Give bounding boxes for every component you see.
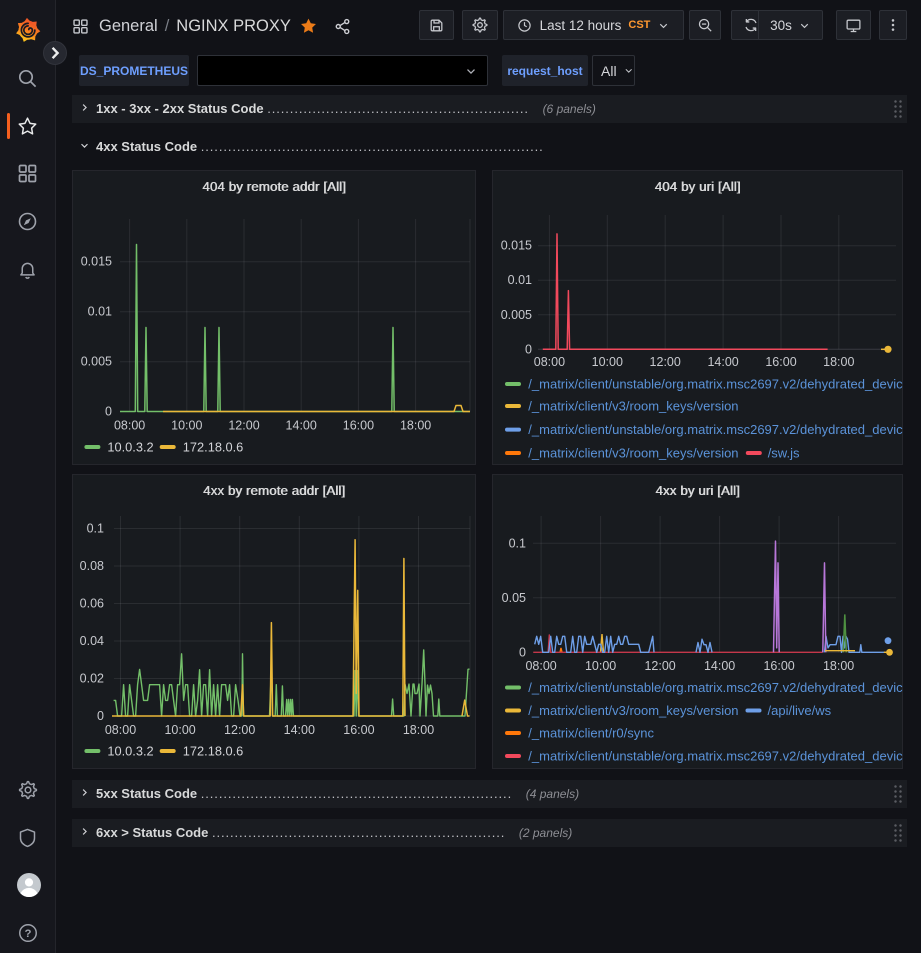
svg-text:?: ? bbox=[25, 928, 32, 940]
svg-text:0.01: 0.01 bbox=[508, 273, 532, 287]
svg-text:/_matrix/client/unstable/org.m: /_matrix/client/unstable/org.matrix.msc2… bbox=[528, 377, 903, 392]
svg-text:16:00: 16:00 bbox=[765, 355, 796, 369]
svg-text:18:00: 18:00 bbox=[400, 419, 431, 433]
svg-text:0.06: 0.06 bbox=[80, 597, 104, 611]
svg-text:16:00: 16:00 bbox=[343, 723, 374, 737]
svg-text:/_matrix/client/r0/sync: /_matrix/client/r0/sync bbox=[528, 726, 654, 741]
svg-text:10:00: 10:00 bbox=[592, 355, 623, 369]
svg-text:08:00: 08:00 bbox=[105, 723, 136, 737]
svg-text:0.005: 0.005 bbox=[501, 308, 532, 322]
svg-text:/_matrix/client/unstable/org.m: /_matrix/client/unstable/org.matrix.msc2… bbox=[528, 680, 903, 695]
svg-text:08:00: 08:00 bbox=[534, 355, 565, 369]
svg-text:14:00: 14:00 bbox=[286, 419, 317, 433]
svg-text:12:00: 12:00 bbox=[228, 419, 259, 433]
svg-text:16:00: 16:00 bbox=[343, 419, 374, 433]
svg-text:08:00: 08:00 bbox=[525, 659, 556, 673]
svg-text:14:00: 14:00 bbox=[284, 723, 315, 737]
svg-text:0: 0 bbox=[97, 709, 104, 723]
svg-text:/_matrix/client/v3/room_keys/v: /_matrix/client/v3/room_keys/version bbox=[528, 446, 738, 461]
svg-text:0: 0 bbox=[519, 645, 526, 659]
svg-text:/api/live/ws: /api/live/ws bbox=[768, 703, 832, 718]
svg-text:14:00: 14:00 bbox=[704, 659, 735, 673]
svg-text:/_matrix/client/unstable/org.m: /_matrix/client/unstable/org.matrix.msc2… bbox=[528, 422, 903, 437]
svg-text:/_matrix/client/v3/room_keys/v: /_matrix/client/v3/room_keys/version bbox=[528, 703, 738, 718]
svg-text:12:00: 12:00 bbox=[650, 355, 681, 369]
svg-text:/_matrix/client/v3/room_keys/v: /_matrix/client/v3/room_keys/version bbox=[528, 399, 738, 414]
svg-text:10:00: 10:00 bbox=[164, 723, 195, 737]
svg-text:18:00: 18:00 bbox=[823, 659, 854, 673]
svg-text:10:00: 10:00 bbox=[171, 419, 202, 433]
svg-text:0.015: 0.015 bbox=[501, 239, 532, 253]
svg-text:12:00: 12:00 bbox=[224, 723, 255, 737]
svg-text:08:00: 08:00 bbox=[114, 419, 145, 433]
svg-text:10.0.3.2: 10.0.3.2 bbox=[107, 744, 153, 759]
svg-text:0.04: 0.04 bbox=[80, 634, 104, 648]
svg-text:0.05: 0.05 bbox=[502, 591, 526, 605]
svg-text:0.005: 0.005 bbox=[81, 355, 112, 369]
svg-text:12:00: 12:00 bbox=[644, 659, 675, 673]
svg-text:0.08: 0.08 bbox=[80, 559, 104, 573]
svg-text:16:00: 16:00 bbox=[763, 659, 794, 673]
svg-text:18:00: 18:00 bbox=[403, 723, 434, 737]
svg-text:172.18.0.6: 172.18.0.6 bbox=[183, 744, 244, 759]
svg-text:10:00: 10:00 bbox=[585, 659, 616, 673]
svg-text:172.18.0.6: 172.18.0.6 bbox=[183, 440, 244, 455]
svg-text:10.0.3.2: 10.0.3.2 bbox=[107, 440, 153, 455]
svg-text:0: 0 bbox=[525, 342, 532, 356]
svg-text:0.01: 0.01 bbox=[88, 305, 112, 319]
svg-text:18:00: 18:00 bbox=[823, 355, 854, 369]
svg-text:/_matrix/client/unstable/org.m: /_matrix/client/unstable/org.matrix.msc2… bbox=[528, 749, 903, 764]
svg-text:/sw.js: /sw.js bbox=[768, 446, 800, 461]
svg-text:0.02: 0.02 bbox=[80, 672, 104, 686]
svg-text:0.1: 0.1 bbox=[87, 522, 104, 536]
svg-text:0: 0 bbox=[105, 405, 112, 419]
svg-text:0.015: 0.015 bbox=[81, 255, 112, 269]
svg-text:0.1: 0.1 bbox=[509, 536, 526, 550]
svg-text:14:00: 14:00 bbox=[707, 355, 738, 369]
